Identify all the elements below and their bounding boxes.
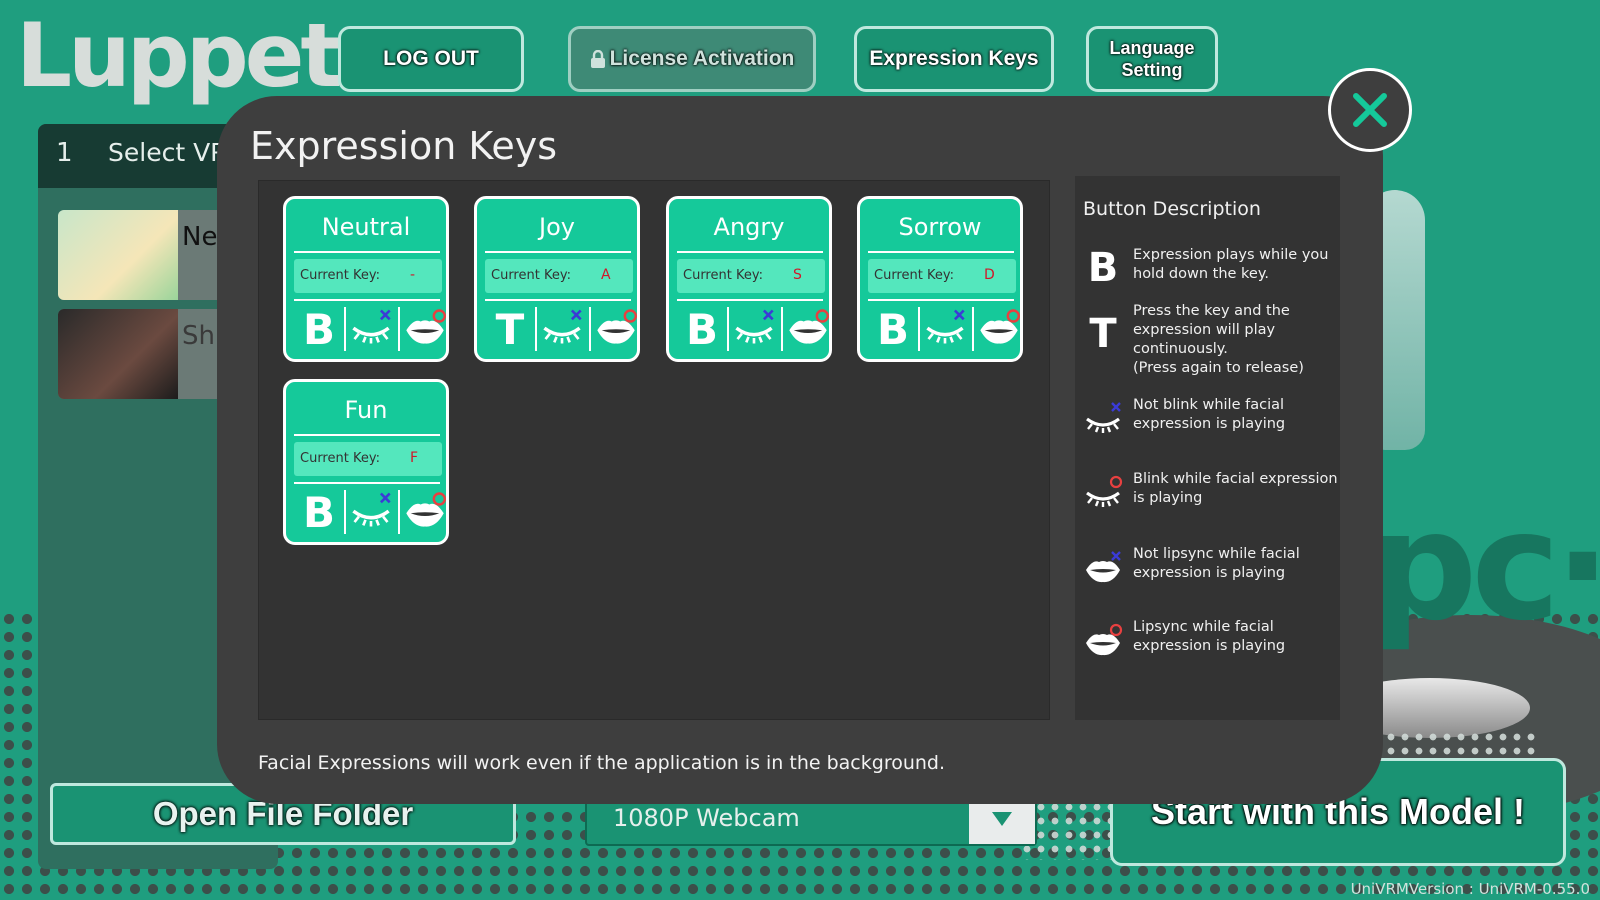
current-key-label: Current Key: [300, 268, 380, 283]
current-key-label: Current Key: [683, 268, 763, 283]
current-key-value: F [410, 450, 419, 466]
eye-blink-off-icon [349, 491, 393, 533]
card-divider [868, 251, 1014, 253]
lock-icon [590, 49, 606, 68]
expression-card-3[interactable]: Sorrow Current Key: D B [857, 196, 1023, 362]
current-key-value: A [601, 267, 611, 283]
expression-name: Angry [713, 213, 785, 241]
mode-letter: B [685, 304, 718, 354]
close-button[interactable] [1328, 68, 1412, 152]
lips-sync-off-icon [1083, 545, 1123, 589]
lips-sync-on-icon [977, 308, 1021, 350]
blink-toggle-button[interactable] [346, 486, 396, 538]
current-key-field[interactable]: Current Key: A [485, 259, 633, 293]
expression-name: Neutral [321, 213, 411, 241]
mode-letter: B [876, 304, 909, 354]
description-text: Blink while facial expression is playing [1133, 471, 1338, 506]
eye-blink-off-icon [540, 308, 584, 350]
current-key-label: Current Key: [300, 451, 380, 466]
app-logo: Luppet [16, 4, 342, 107]
blink-toggle-button[interactable] [920, 303, 970, 355]
mode-letter: B [302, 304, 335, 354]
current-key-field[interactable]: Current Key: F [294, 442, 442, 476]
webcam-value: 1080P Webcam [613, 804, 800, 832]
current-key-label: Current Key: [874, 268, 954, 283]
card-divider [294, 299, 440, 301]
mode-toggle-button[interactable]: B [294, 303, 344, 355]
lips-sync-on-icon [403, 491, 447, 533]
eye-blink-off-icon [1083, 396, 1123, 440]
current-key-field[interactable]: Current Key: S [677, 259, 825, 293]
mode-toggle-button[interactable]: B [868, 303, 918, 355]
expression-name: Fun [344, 396, 388, 424]
lipsync-toggle-button[interactable] [974, 303, 1024, 355]
step-number: 1 [56, 138, 73, 168]
blink-toggle-button[interactable] [729, 303, 779, 355]
close-icon [1353, 93, 1387, 127]
expression-card-4[interactable]: Fun Current Key: F B [283, 379, 449, 545]
current-key-field[interactable]: Current Key: D [868, 259, 1016, 293]
current-key-label: Current Key: [491, 268, 571, 283]
expression-name: Sorrow [898, 213, 982, 241]
card-divider [677, 299, 823, 301]
background-logo: pc·t [1370, 480, 1600, 654]
language-setting-button[interactable]: Language Setting [1086, 26, 1218, 92]
lips-sync-on-icon [403, 308, 447, 350]
footer-note: Facial Expressions will work even if the… [258, 752, 946, 774]
lips-sync-on-icon [786, 308, 830, 350]
eye-blink-off-icon [923, 308, 967, 350]
card-divider [294, 482, 440, 484]
expression-card-0[interactable]: Neutral Current Key: - B [283, 196, 449, 362]
lipsync-toggle-button[interactable] [400, 303, 450, 355]
current-key-value: S [793, 267, 802, 283]
lips-sync-on-icon [594, 308, 638, 350]
language-label-line1: Language [1109, 38, 1195, 58]
lips-sync-on-icon [1083, 618, 1123, 662]
mode-toggle-button[interactable]: B [677, 303, 727, 355]
license-activation-label: License Activation [609, 47, 795, 70]
button-description-title: Button Description [1083, 198, 1261, 220]
model-card[interactable]: Nea [58, 210, 238, 300]
card-divider [294, 434, 440, 436]
mode-letter: T [495, 304, 525, 354]
expression-keys-button[interactable]: Expression Keys [854, 26, 1054, 92]
model-card[interactable]: Shi [58, 309, 238, 399]
current-key-value: D [984, 267, 995, 283]
blink-toggle-button[interactable] [346, 303, 396, 355]
eye-blink-off-icon [732, 308, 776, 350]
model-thumbnail [58, 309, 178, 399]
card-divider [485, 251, 631, 253]
expression-card-2[interactable]: Angry Current Key: S B [666, 196, 832, 362]
eye-blink-on-icon [1083, 470, 1123, 514]
description-text: Not lipsync while facial expression is p… [1133, 546, 1300, 581]
card-divider [294, 251, 440, 253]
description-text: Expression plays while you hold down the… [1133, 247, 1329, 282]
model-thumbnail [58, 210, 178, 300]
card-divider [868, 299, 1014, 301]
toggle-mode-icon: T [1089, 311, 1117, 357]
expression-name: Joy [539, 213, 575, 241]
description-text: Press the key and the expression will pl… [1133, 303, 1304, 376]
current-key-value: - [410, 267, 416, 283]
mode-letter: B [302, 487, 335, 537]
lipsync-toggle-button[interactable] [591, 303, 641, 355]
hold-mode-icon: B [1087, 245, 1119, 291]
lipsync-toggle-button[interactable] [783, 303, 833, 355]
mode-toggle-button[interactable]: B [294, 486, 344, 538]
description-text: Lipsync while facial expression is playi… [1133, 619, 1286, 654]
description-text: Not blink while facial expression is pla… [1133, 397, 1286, 432]
language-label-line2: Setting [1121, 60, 1183, 80]
blink-toggle-button[interactable] [537, 303, 587, 355]
mode-toggle-button[interactable]: T [485, 303, 535, 355]
eye-blink-off-icon [349, 308, 393, 350]
univrm-version: UniVRMVersion : UniVRM-0.55.0 [1350, 880, 1590, 898]
license-activation-button[interactable]: License Activation [568, 26, 816, 92]
dialog-title: Expression Keys [250, 124, 558, 168]
card-divider [485, 299, 631, 301]
logout-button[interactable]: LOG OUT [338, 26, 524, 92]
current-key-field[interactable]: Current Key: - [294, 259, 442, 293]
card-divider [677, 251, 823, 253]
expression-card-1[interactable]: Joy Current Key: A T [474, 196, 640, 362]
lipsync-toggle-button[interactable] [400, 486, 450, 538]
